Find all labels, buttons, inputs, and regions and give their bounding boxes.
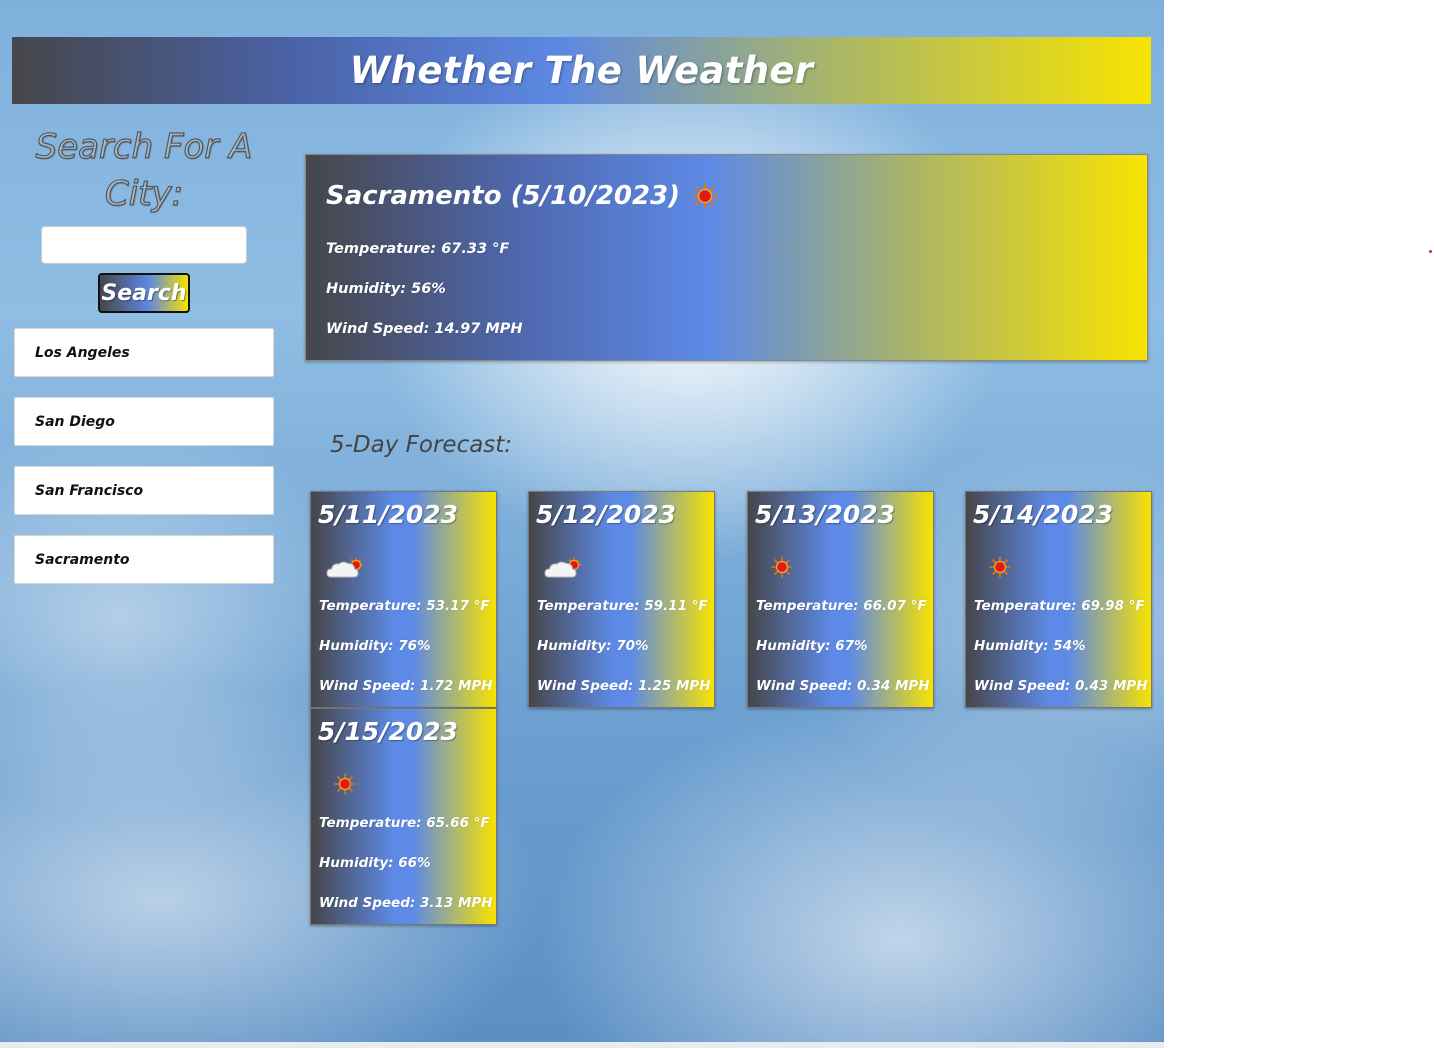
forecast-temperature: Temperature: 65.66 °F <box>319 815 490 831</box>
forecast-humidity: Humidity: 66% <box>319 855 431 871</box>
forecast-wind-speed: Wind Speed: 3.13 MPH <box>319 895 493 911</box>
forecast-heading: 5-Day Forecast: <box>330 432 513 458</box>
search-button[interactable]: Search <box>98 273 190 313</box>
forecast-temperature: Temperature: 69.98 °F <box>974 598 1145 614</box>
forecast-card: 5/11/2023 Temperature: 53.17 °F Humidity… <box>310 491 497 708</box>
forecast-humidity: Humidity: 70% <box>537 638 649 654</box>
forecast-card: 5/15/2023 Temperature: 65.66 °F Humidity… <box>310 708 497 925</box>
forecast-card: 5/13/2023 Temperature: 66.07 °F Humidity… <box>747 491 934 708</box>
current-humidity: Humidity: 56% <box>326 281 446 297</box>
forecast-wind-speed: Wind Speed: 0.43 MPH <box>974 678 1148 694</box>
red-dot-marker <box>1429 250 1432 253</box>
forecast-date: 5/13/2023 <box>755 500 896 529</box>
page-bottom-strip <box>0 1042 1164 1048</box>
current-temperature: Temperature: 67.33 °F <box>326 241 510 257</box>
history-item-los-angeles[interactable]: Los Angeles <box>14 328 274 377</box>
current-weather-title: Sacramento (5/10/2023) <box>326 181 720 211</box>
forecast-date: 5/14/2023 <box>973 500 1114 529</box>
current-wind-speed: Wind Speed: 14.97 MPH <box>326 321 523 337</box>
sun-icon <box>690 181 720 211</box>
app-title: Whether The Weather <box>349 49 814 92</box>
forecast-humidity: Humidity: 67% <box>756 638 868 654</box>
sun-icon <box>762 552 804 582</box>
forecast-humidity: Humidity: 76% <box>319 638 431 654</box>
current-city-date: Sacramento (5/10/2023) <box>326 181 681 211</box>
search-heading-line1: Search For A <box>35 126 253 167</box>
forecast-wind-speed: Wind Speed: 1.25 MPH <box>537 678 711 694</box>
forecast-date: 5/12/2023 <box>536 500 677 529</box>
history-item-sacramento[interactable]: Sacramento <box>14 535 274 584</box>
search-heading: Search For A City: <box>14 124 274 218</box>
page-background: Whether The Weather Search For A City: S… <box>0 0 1164 1048</box>
forecast-date: 5/15/2023 <box>318 717 459 746</box>
forecast-wind-speed: Wind Speed: 0.34 MPH <box>756 678 930 694</box>
forecast-card: 5/12/2023 Temperature: 59.11 °F Humidity… <box>528 491 715 708</box>
sun-icon <box>325 769 367 799</box>
forecast-temperature: Temperature: 66.07 °F <box>756 598 927 614</box>
forecast-humidity: Humidity: 54% <box>974 638 1086 654</box>
app-header: Whether The Weather <box>12 37 1151 104</box>
forecast-date: 5/11/2023 <box>318 500 459 529</box>
search-heading-line2: City: <box>104 173 184 214</box>
history-item-san-diego[interactable]: San Diego <box>14 397 274 446</box>
city-search-input[interactable] <box>41 226 247 264</box>
history-item-san-francisco[interactable]: San Francisco <box>14 466 274 515</box>
forecast-temperature: Temperature: 59.11 °F <box>537 598 708 614</box>
current-weather-card: Sacramento (5/10/2023) Temperature: 67.3… <box>305 154 1148 361</box>
forecast-wind-speed: Wind Speed: 1.72 MPH <box>319 678 493 694</box>
partly-cloudy-icon <box>325 552 367 582</box>
forecast-card: 5/14/2023 Temperature: 69.98 °F Humidity… <box>965 491 1152 708</box>
forecast-temperature: Temperature: 53.17 °F <box>319 598 490 614</box>
partly-cloudy-icon <box>543 552 585 582</box>
sun-icon <box>980 552 1022 582</box>
